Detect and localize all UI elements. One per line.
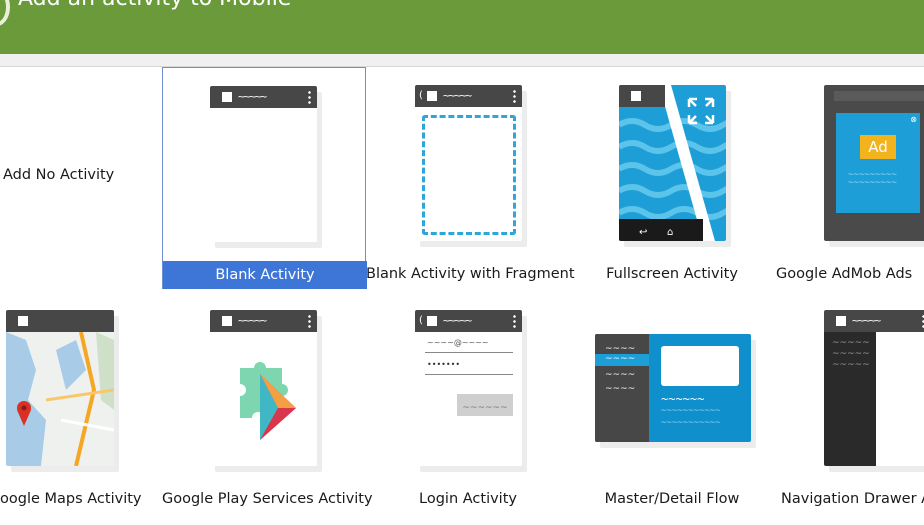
app-icon [836,316,846,326]
overflow-menu-icon [513,314,516,328]
title-placeholder: ~~~~~ [238,90,267,103]
email-field: ~~~~@~~~~ [425,338,513,353]
master-pane: ~~~~ ~~~~ ~~~~ ~~~~ [595,334,649,442]
sign-in-hint: ~~~~~~ [462,403,508,413]
tile-label: Fullscreen Activity [606,266,738,282]
tile-label: Blank Activity with Fragment [366,266,575,282]
app-icon [427,91,437,101]
fullscreen-art: ↩ ⌂ [619,85,726,241]
header-separator [0,54,924,67]
wizard-header: Add an activity to Mobile [0,0,924,54]
title-placeholder: ~~~~~ [443,314,472,327]
tile-label: Master/Detail Flow [604,491,740,507]
overflow-menu-icon [308,314,311,328]
action-bar: ( ~~~~~ [415,85,522,107]
tile-google-play-services-activity[interactable]: ~~~~~ Google Play Services Activity [162,291,373,513]
tile-label: Blank Activity [163,261,367,289]
tile-blank-activity[interactable]: ~~~~~ Blank Activity [162,67,367,289]
tile-login-activity[interactable]: ( ~~~~~ ~~~~@~~~~ ••••••• ~~~~~~ Login A… [366,291,570,513]
action-bar: ~~~~~ [210,310,317,332]
back-caret-icon: ( [419,90,423,101]
maps-preview [6,310,114,466]
detail-text: ~~~~~~ ~~~~~~~~~~~ ~~~~~~~~~~~ [661,392,721,428]
tile-label: oogle Maps Activity [0,491,142,507]
tile-navigation-drawer-activity[interactable]: ~~~~~ ~~~~~ ~~~~~ ~~~~~ Navigation Drawer … [774,291,924,513]
play-services-icon [240,362,296,440]
back-caret-icon: ( [419,315,423,326]
nav-drawer-preview: ~~~~~ ~~~~~ ~~~~~ ~~~~~ [824,310,924,466]
ad-text-lines: ~~~~~~~~~ ~~~~~~~~~ [848,170,897,188]
tile-label: Google AdMob Ads [776,266,913,282]
tile-google-maps-activity[interactable]: oogle Maps Activity [0,291,162,513]
action-bar: ~~~~~ [210,86,317,108]
play-services-preview: ~~~~~ [210,310,317,466]
admob-preview: Ad ⊗ ~~~~~~~~~ ~~~~~~~~~ [824,85,924,241]
tile-google-admob-ads[interactable]: Ad ⊗ ~~~~~~~~~ ~~~~~~~~~ Google AdMob Ads [774,67,924,289]
tile-blank-activity-fragment[interactable]: ( ~~~~~ Blank Activity with Fragment [366,67,575,289]
login-preview: ( ~~~~~ ~~~~@~~~~ ••••••• ~~~~~~ [415,310,522,466]
app-icon [222,316,232,326]
overflow-menu-icon [308,90,311,104]
tile-label: Add No Activity [3,167,115,183]
sign-in-button: ~~~~~~ [457,394,513,416]
svg-text:↩: ↩ [639,227,647,238]
tile-label: Login Activity [419,491,517,507]
overflow-menu-icon [513,89,516,103]
master-item: ~~~~ [605,344,636,354]
svg-text:⌂: ⌂ [667,227,673,238]
action-bar: ( ~~~~~ [415,310,522,332]
close-icon: ⊗ [910,115,917,124]
drawer-panel: ~~~~~ ~~~~~ ~~~~~ [824,332,876,466]
activity-gallery: Add No Activity ~~~~~ Blank Activity ( ~… [0,67,924,525]
password-hint: ••••••• [427,360,461,369]
tile-label: Navigation Drawer A [781,491,924,507]
master-detail-preview: ~~~~ ~~~~ ~~~~ ~~~~ ~~~~~~ ~~~~~~~~~~~ ~~~… [595,334,751,442]
top-bar [834,91,924,101]
email-hint: ~~~~@~~~~ [427,338,489,347]
map-art [6,310,114,466]
master-item: ~~~~ [605,370,636,380]
fullscreen-preview: ↩ ⌂ [619,85,726,241]
master-item: ~~~~ [605,384,636,394]
blank-activity-preview: ~~~~~ [210,86,317,242]
wizard-title: Add an activity to Mobile [18,0,291,11]
drawer-items: ~~~~~ ~~~~~ ~~~~~ [832,338,870,370]
title-placeholder: ~~~~~ [238,314,267,327]
app-icon [427,316,437,326]
detail-image [661,346,739,386]
ad-banner: Ad ⊗ ~~~~~~~~~ ~~~~~~~~~ [836,113,920,213]
action-bar: ~~~~~ [824,310,924,332]
app-icon [222,92,232,102]
android-studio-logo-icon [0,0,10,26]
tile-master-detail-flow[interactable]: ~~~~ ~~~~ ~~~~ ~~~~ ~~~~~~ ~~~~~~~~~~~ ~~~… [570,291,774,513]
fragment-placeholder [422,115,516,235]
title-placeholder: ~~~~~ [443,89,472,102]
fragment-preview: ( ~~~~~ [415,85,522,241]
ad-badge: Ad [860,135,896,159]
title-placeholder: ~~~~~ [852,314,881,327]
master-item-selected: ~~~~ [595,354,649,366]
tile-label: Google Play Services Activity [162,491,373,507]
password-field: ••••••• [425,360,513,375]
tile-fullscreen-activity[interactable]: ↩ ⌂ Fullscreen Activity [570,67,774,289]
